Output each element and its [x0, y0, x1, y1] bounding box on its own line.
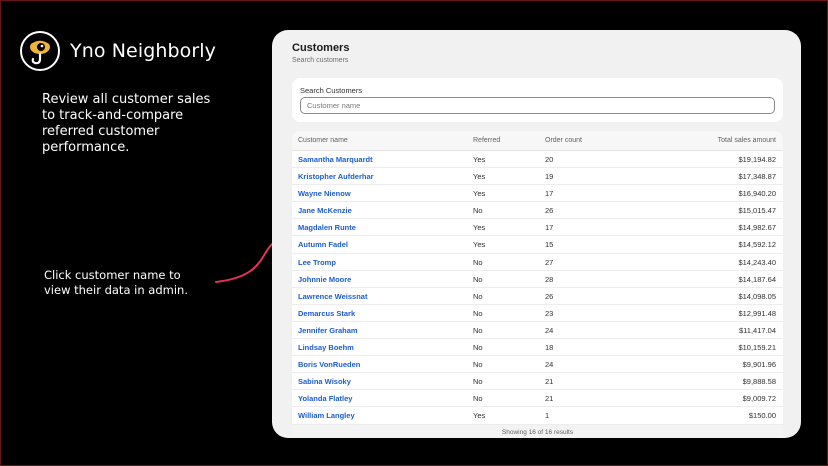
order-count-cell: 1 — [545, 411, 550, 421]
referred-cell: No — [473, 377, 483, 387]
customer-name-link[interactable]: Samantha Marquardt — [298, 155, 373, 164]
customer-name-link[interactable]: Kristopher Aufderhar — [298, 172, 374, 181]
customer-name-link[interactable]: Lindsay Boehm — [298, 343, 354, 352]
referred-cell: No — [473, 257, 483, 267]
referred-cell: Yes — [473, 172, 486, 182]
customer-name-link[interactable]: Boris VonRueden — [298, 360, 360, 369]
total-sales-cell: $14,592.12 — [738, 240, 776, 250]
order-count-cell: 26 — [545, 291, 554, 301]
referred-cell: No — [473, 291, 483, 301]
table-row: Kristopher Aufderhar Yes 19 $17,348.87 — [292, 168, 783, 186]
search-label: Search Customers — [300, 86, 363, 95]
order-count-cell: 26 — [545, 206, 554, 216]
customers-panel: Customers Search customers Search Custom… — [272, 30, 801, 438]
table-row: Jane McKenzie No 26 $15,015.47 — [292, 202, 783, 220]
table-row: Autumn Fadel Yes 15 $14,592.12 — [292, 236, 783, 254]
table-row: Yolanda Flatley No 21 $9,009.72 — [292, 390, 783, 408]
customer-name-link[interactable]: Wayne Nienow — [298, 189, 351, 198]
order-count-cell: 28 — [545, 274, 554, 284]
table-row: Johnnie Moore No 28 $14,187.64 — [292, 271, 783, 288]
order-count-cell: 15 — [545, 240, 554, 250]
referred-cell: Yes — [473, 240, 486, 250]
customer-name-link[interactable]: Jennifer Graham — [298, 326, 358, 335]
table-row: Sabina Wisoky No 21 $9,888.58 — [292, 373, 783, 391]
order-count-cell: 20 — [545, 155, 554, 164]
referred-cell: No — [473, 360, 483, 370]
order-count-cell: 19 — [545, 172, 554, 182]
page-subtitle: Search customers — [292, 57, 349, 64]
customer-name-link[interactable]: Lawrence Weissnat — [298, 292, 367, 301]
customer-name-link[interactable]: Lee Tromp — [298, 258, 336, 267]
total-sales-cell: $9,009.72 — [742, 394, 776, 404]
table-row: Boris VonRueden No 24 $9,901.96 — [292, 356, 783, 374]
customer-name-link[interactable]: Magdalen Runte — [298, 223, 356, 232]
order-count-cell: 24 — [545, 325, 554, 335]
table-row: Demarcus Stark No 23 $12,991.48 — [292, 305, 783, 322]
table-row: William Langley Yes 1 $150.00 — [292, 407, 783, 425]
referred-cell: No — [473, 308, 483, 318]
customer-name-link[interactable]: Demarcus Stark — [298, 309, 355, 318]
order-count-cell: 17 — [545, 189, 554, 199]
table-row: Lee Tromp No 27 $14,243.40 — [292, 254, 783, 271]
referred-cell: Yes — [473, 155, 486, 164]
total-sales-cell: $17,348.87 — [738, 172, 776, 182]
page-title: Customers — [292, 42, 350, 54]
customer-name-link[interactable]: Jane McKenzie — [298, 206, 352, 215]
order-count-cell: 23 — [545, 308, 554, 318]
total-sales-cell: $15,015.47 — [738, 206, 776, 216]
order-count-cell: 21 — [545, 377, 554, 387]
search-card: Search Customers — [292, 78, 783, 122]
total-sales-cell: $10,159.21 — [738, 343, 776, 353]
total-sales-cell: $14,982.67 — [738, 223, 776, 233]
header-total-sales[interactable]: Total sales amount — [718, 137, 776, 144]
customer-name-link[interactable]: Sabina Wisoky — [298, 377, 351, 386]
customer-name-link[interactable]: Autumn Fadel — [298, 240, 348, 249]
header-customer-name[interactable]: Customer name — [298, 137, 348, 144]
order-count-cell: 17 — [545, 223, 554, 233]
header-referred[interactable]: Referred — [473, 137, 500, 144]
referred-cell: No — [473, 394, 483, 404]
table-row: Lawrence Weissnat No 26 $14,098.05 — [292, 288, 783, 305]
table-body: Samantha Marquardt Yes 20 $19,194.82 Kristop… — [292, 151, 783, 425]
customer-name-link[interactable]: Yolanda Flatley — [298, 394, 352, 403]
referred-cell: No — [473, 325, 483, 335]
order-count-cell: 18 — [545, 343, 554, 353]
total-sales-cell: $11,417.04 — [739, 325, 776, 335]
total-sales-cell: $150.00 — [748, 411, 776, 421]
table-header: Customer name Referred Order count Total… — [292, 131, 783, 151]
referred-cell: Yes — [473, 189, 486, 199]
referred-cell: Yes — [473, 411, 486, 421]
total-sales-cell: $14,187.64 — [738, 274, 776, 284]
total-sales-cell: $12,991.48 — [738, 308, 776, 318]
referred-cell: No — [473, 343, 483, 353]
header-order-count[interactable]: Order count — [545, 137, 582, 144]
total-sales-cell: $19,194.82 — [738, 155, 776, 164]
customer-name-link[interactable]: Johnnie Moore — [298, 275, 351, 284]
order-count-cell: 21 — [545, 394, 554, 404]
referred-cell: Yes — [473, 223, 486, 233]
total-sales-cell: $9,888.58 — [742, 377, 776, 387]
referred-cell: No — [473, 274, 483, 284]
table-footer: Showing 16 of 16 results — [292, 425, 783, 438]
order-count-cell: 24 — [545, 360, 554, 370]
table-row: Magdalen Runte Yes 17 $14,982.67 — [292, 219, 783, 237]
total-sales-cell: $14,243.40 — [738, 257, 776, 267]
customers-table: Customer name Referred Order count Total… — [292, 131, 783, 438]
table-row: Lindsay Boehm No 18 $10,159.21 — [292, 339, 783, 357]
table-row: Samantha Marquardt Yes 20 $19,194.82 — [292, 151, 783, 169]
table-row: Wayne Nienow Yes 17 $16,940.20 — [292, 185, 783, 203]
customer-name-link[interactable]: William Langley — [298, 411, 355, 420]
search-input[interactable] — [300, 97, 775, 114]
referred-cell: No — [473, 206, 483, 216]
total-sales-cell: $16,940.20 — [738, 189, 776, 199]
order-count-cell: 27 — [545, 257, 554, 267]
total-sales-cell: $14,098.05 — [738, 291, 776, 301]
total-sales-cell: $9,901.96 — [742, 360, 776, 370]
table-row: Jennifer Graham No 24 $11,417.04 — [292, 322, 783, 340]
